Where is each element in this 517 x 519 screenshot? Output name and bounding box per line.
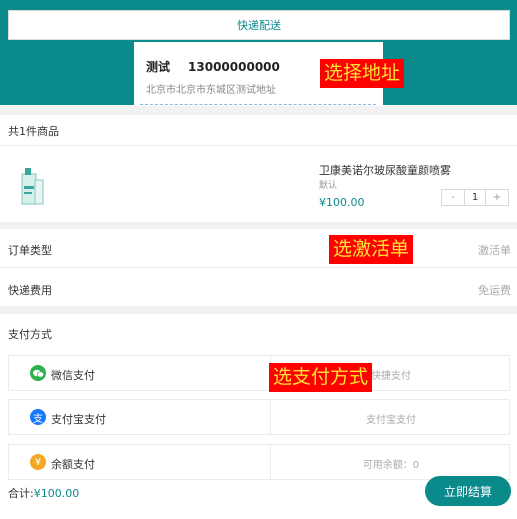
total-amount: ¥100.00 xyxy=(33,487,80,500)
total-label: 合计: xyxy=(8,487,34,500)
payment-option-hint: 可用余额：0 xyxy=(362,460,420,471)
divider xyxy=(0,145,517,146)
checkout-button[interactable]: 立即结算 xyxy=(425,476,511,506)
delivery-method-tab[interactable]: 快递配送 xyxy=(8,10,510,40)
annotation-select-activation-order: 选激活单 xyxy=(329,235,414,264)
payment-option-wechat[interactable]: 微信支付 快捷支付 xyxy=(8,355,510,391)
delivery-method-label: 快递配送 xyxy=(237,19,281,32)
payment-option-label: 微信支付 xyxy=(51,369,95,382)
shipping-fee-label: 快递费用 xyxy=(8,284,52,297)
divider xyxy=(0,267,517,268)
annotation-select-address: 选择地址 xyxy=(320,59,405,88)
product-name: 卫康美诺尔玻尿酸童颜喷雾 xyxy=(319,164,451,177)
product-price: ¥100.00 xyxy=(319,196,365,209)
goods-count: 共1件商品 xyxy=(8,125,59,138)
contact-name: 测试 xyxy=(146,60,171,74)
section-separator xyxy=(0,222,517,229)
alipay-icon: 支 xyxy=(30,409,46,425)
payment-option-hint: 支付宝支付 xyxy=(366,415,416,426)
shipping-fee-value: 免运费 xyxy=(478,284,511,297)
annotation-select-payment-method: 选支付方式 xyxy=(269,363,373,392)
order-type-label: 订单类型 xyxy=(8,244,52,257)
order-type-value[interactable]: 激活单 xyxy=(478,242,511,258)
increase-button[interactable]: + xyxy=(486,190,508,205)
product-spec: 默认 xyxy=(319,181,338,191)
section-separator xyxy=(0,306,517,314)
section-separator xyxy=(0,106,517,115)
payment-title: 支付方式 xyxy=(8,328,52,341)
decrease-button[interactable]: - xyxy=(442,190,464,205)
payment-option-balance[interactable]: ¥ 余额支付 可用余额：0 xyxy=(8,444,510,480)
payment-option-label: 支付宝支付 xyxy=(51,413,106,426)
address-divider xyxy=(140,104,376,105)
payment-option-label: 余额支付 xyxy=(51,458,95,471)
order-total: 合计:¥100.00 xyxy=(8,485,79,501)
quantity-value[interactable]: 1 xyxy=(464,190,486,205)
payment-option-alipay[interactable]: 支 支付宝支付 支付宝支付 xyxy=(8,399,510,435)
quantity-stepper[interactable]: - 1 + xyxy=(441,189,509,206)
wechat-icon xyxy=(30,365,46,381)
product-image xyxy=(21,168,44,205)
contact-phone: 13000000000 xyxy=(188,60,280,74)
balance-icon: ¥ xyxy=(30,454,46,470)
